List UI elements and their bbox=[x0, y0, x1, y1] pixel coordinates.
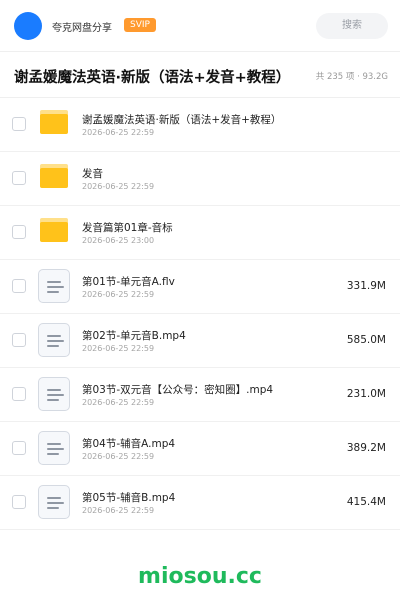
item-summary: 共 235 项 · 93.2G bbox=[315, 72, 388, 82]
item-name[interactable]: 发音 bbox=[82, 166, 103, 181]
page-title: 谢孟媛魔法英语·新版（语法+发音+教程） bbox=[14, 70, 291, 86]
folder-icon bbox=[40, 218, 68, 242]
item-date: 2026-06-25 22:59 bbox=[82, 506, 155, 515]
search-input[interactable]: 搜索 bbox=[316, 13, 388, 39]
item-name[interactable]: 第01节-单元音A.flv bbox=[82, 274, 175, 289]
title-bar: 谢孟媛魔法英语·新版（语法+发音+教程） 共 235 项 · 93.2G bbox=[0, 52, 400, 98]
item-date: 2026-06-25 22:59 bbox=[82, 290, 155, 299]
row-checkbox[interactable] bbox=[12, 333, 26, 347]
item-date: 2026-06-25 22:59 bbox=[82, 398, 155, 407]
video-file-icon bbox=[38, 377, 70, 411]
video-file-icon bbox=[38, 323, 70, 357]
item-date: 2026-06-25 22:59 bbox=[82, 182, 155, 191]
avatar[interactable] bbox=[14, 12, 42, 40]
folder-row[interactable]: 谢孟媛魔法英语·新版（语法+发音+教程） 2026-06-25 22:59 bbox=[0, 98, 400, 152]
file-row[interactable]: 第03节-双元音【公众号：密知圈】.mp4 2026-06-25 22:59 231… bbox=[0, 368, 400, 422]
item-size: 415.4M bbox=[346, 496, 386, 508]
item-size: 585.0M bbox=[346, 334, 386, 346]
folder-row[interactable]: 发音 2026-06-25 22:59 bbox=[0, 152, 400, 206]
row-checkbox[interactable] bbox=[12, 117, 26, 131]
folder-icon bbox=[40, 164, 68, 188]
item-size: 389.2M bbox=[346, 442, 386, 454]
header: 夸克网盘分享 SVIP 搜索 bbox=[0, 0, 400, 52]
item-name[interactable]: 第02节-单元音B.mp4 bbox=[82, 328, 186, 343]
file-row[interactable]: 第01节-单元音A.flv 2026-06-25 22:59 331.9M bbox=[0, 260, 400, 314]
row-checkbox[interactable] bbox=[12, 387, 26, 401]
item-date: 2026-06-25 22:59 bbox=[82, 344, 155, 353]
item-size: 231.0M bbox=[346, 388, 386, 400]
row-checkbox[interactable] bbox=[12, 171, 26, 185]
folder-row[interactable]: 发音篇第01章-音标 2026-06-25 23:00 bbox=[0, 206, 400, 260]
row-checkbox[interactable] bbox=[12, 495, 26, 509]
share-name: 夸克网盘分享 bbox=[52, 23, 112, 34]
file-row[interactable]: 第02节-单元音B.mp4 2026-06-25 22:59 585.0M bbox=[0, 314, 400, 368]
watermark: miosou.cc bbox=[138, 564, 262, 589]
row-checkbox[interactable] bbox=[12, 225, 26, 239]
item-date: 2026-06-25 22:59 bbox=[82, 128, 155, 137]
item-name[interactable]: 第03节-双元音【公众号：密知圈】.mp4 bbox=[82, 382, 273, 397]
svip-badge: SVIP bbox=[124, 18, 156, 32]
item-name[interactable]: 发音篇第01章-音标 bbox=[82, 220, 173, 235]
item-name[interactable]: 谢孟媛魔法英语·新版（语法+发音+教程） bbox=[82, 112, 281, 127]
video-file-icon bbox=[38, 485, 70, 519]
item-date: 2026-06-25 23:00 bbox=[82, 236, 155, 245]
item-size: 331.9M bbox=[346, 280, 386, 292]
item-name[interactable]: 第05节-辅音B.mp4 bbox=[82, 490, 175, 505]
file-row[interactable]: 第05节-辅音B.mp4 2026-06-25 22:59 415.4M bbox=[0, 476, 400, 530]
file-row[interactable]: 第04节-辅音A.mp4 2026-06-25 22:59 389.2M bbox=[0, 422, 400, 476]
folder-icon bbox=[40, 110, 68, 134]
video-file-icon bbox=[38, 269, 70, 303]
file-list: 谢孟媛魔法英语·新版（语法+发音+教程） 2026-06-25 22:59 发音 20… bbox=[0, 98, 400, 530]
item-name[interactable]: 第04节-辅音A.mp4 bbox=[82, 436, 175, 451]
row-checkbox[interactable] bbox=[12, 441, 26, 455]
video-file-icon bbox=[38, 431, 70, 465]
row-checkbox[interactable] bbox=[12, 279, 26, 293]
item-date: 2026-06-25 22:59 bbox=[82, 452, 155, 461]
